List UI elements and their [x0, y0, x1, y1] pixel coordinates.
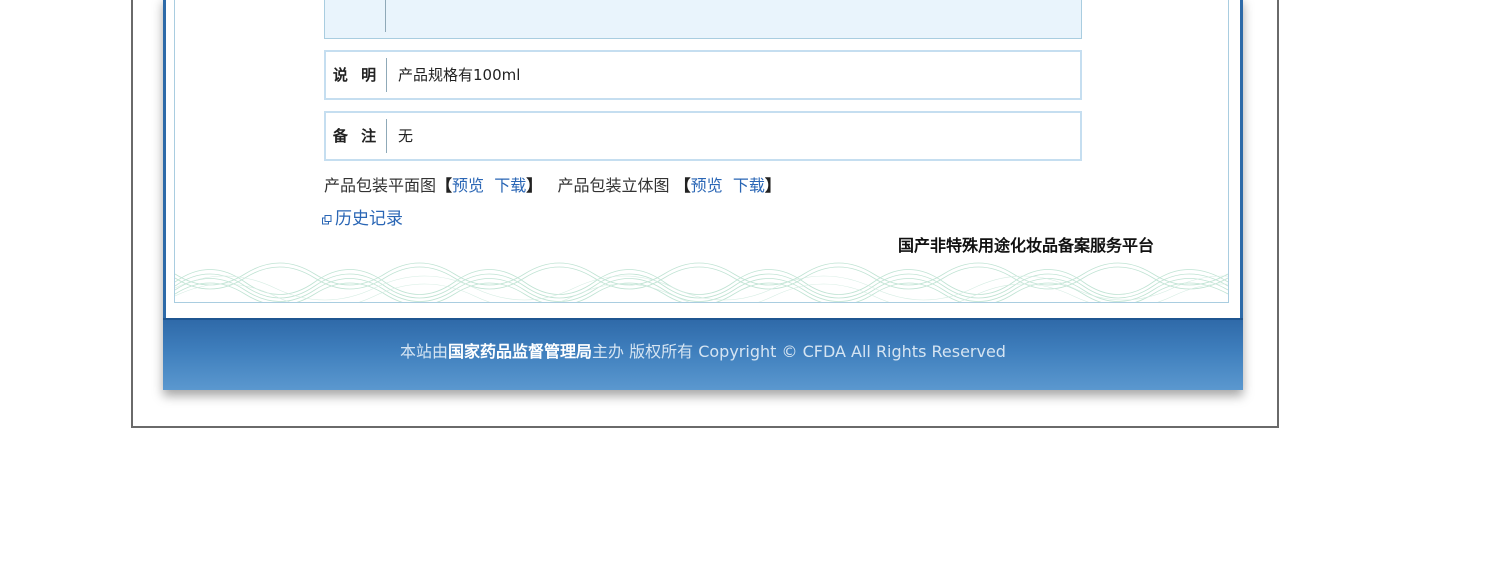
- field-row-remark: 备 注 无: [324, 111, 1082, 161]
- field-label: 备 注: [332, 127, 381, 145]
- flat-package-label: 产品包装平面图: [324, 176, 437, 195]
- field-value: 无: [398, 127, 414, 145]
- decorative-wave-pattern: [175, 262, 1228, 302]
- flat-preview-link[interactable]: 预览: [452, 176, 484, 195]
- footer-prefix: 本站由: [400, 342, 449, 361]
- platform-name: 国产非特殊用途化妆品备案服务平台: [898, 236, 1155, 255]
- flat-download-link[interactable]: 下载: [494, 176, 526, 195]
- external-window-icon: [322, 208, 332, 225]
- history-label: 历史记录: [335, 209, 403, 229]
- bracket-close: 】: [526, 176, 543, 195]
- field-value: 产品规格有100ml: [398, 66, 521, 84]
- solid-download-link[interactable]: 下载: [733, 176, 765, 195]
- packaging-links: 产品包装平面图【预览 下载】 产品包装立体图 【预览 下载】: [324, 174, 781, 198]
- field-divider: [386, 58, 387, 92]
- field-divider: [386, 119, 387, 153]
- site-footer: 本站由国家药品监督管理局主办 版权所有 Copyright © CFDA All…: [163, 318, 1243, 390]
- bracket-open: 【: [436, 176, 453, 195]
- footer-suffix: 主办 版权所有 Copyright © CFDA All Rights Rese…: [592, 342, 1006, 361]
- footer-organization: 国家药品监督管理局: [448, 342, 593, 361]
- field-row-description: 说 明 产品规格有100ml: [324, 50, 1082, 100]
- bracket-close: 】: [764, 176, 781, 195]
- bracket-open: 【: [674, 176, 691, 195]
- field-divider: [385, 0, 386, 32]
- field-label: 说 明: [332, 66, 381, 84]
- history-link[interactable]: 历史记录: [322, 207, 403, 231]
- solid-preview-link[interactable]: 预览: [691, 176, 723, 195]
- solid-package-label: 产品包装立体图: [557, 176, 670, 195]
- previous-field-row: [324, 0, 1082, 39]
- footer-copyright: 本站由国家药品监督管理局主办 版权所有 Copyright © CFDA All…: [163, 338, 1243, 362]
